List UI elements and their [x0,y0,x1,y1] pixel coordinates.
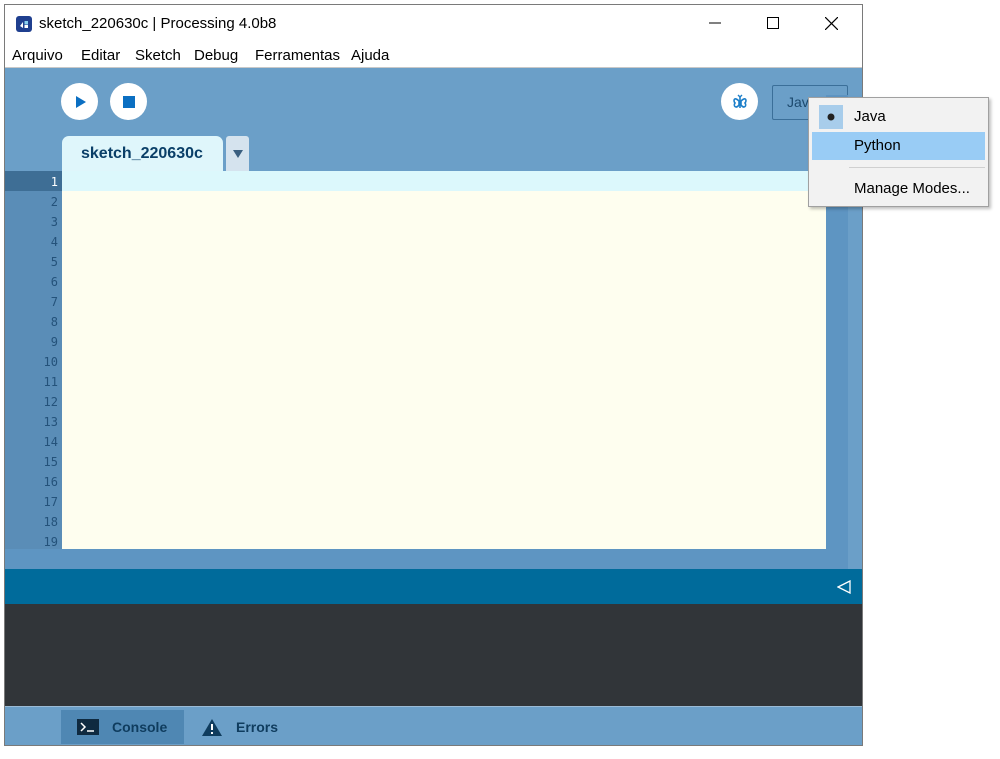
tab-errors[interactable]: Errors [201,710,311,744]
stop-icon [122,95,135,108]
play-icon [75,95,86,108]
warning-icon [202,718,222,736]
horizontal-scrollbar[interactable] [5,549,848,569]
line-number: 17 [43,495,58,509]
window-title: sketch_220630c | Processing 4.0b8 [39,15,277,32]
line-number: 16 [43,475,58,489]
butterfly-icon [732,94,747,108]
debug-button[interactable] [721,83,758,120]
minimize-icon [709,22,721,24]
menu-ferramentas[interactable]: Ferramentas [255,47,340,64]
line-number: 7 [50,295,58,309]
tab-sketch[interactable]: sketch_220630c [62,136,223,171]
console-tab-label: Console [112,719,168,735]
menu-editar[interactable]: Editar [81,47,120,64]
maximize-icon [767,17,779,29]
line-number: 13 [43,415,58,429]
processing-window: sketch_220630c | Processing 4.0b8 Arquiv… [4,4,863,746]
maximize-button[interactable] [744,5,802,41]
terminal-icon [77,719,99,735]
minimize-button[interactable] [686,5,744,41]
menu-debug[interactable]: Debug [194,47,238,64]
current-line-highlight [62,171,826,191]
mode-item-python[interactable]: Python [812,132,985,160]
errors-tab-label: Errors [236,719,279,735]
line-number: 19 [43,535,58,549]
processing-app-icon [16,16,32,32]
console-header-bar [5,569,862,604]
line-number: 6 [50,275,58,289]
mode-item-manage-label: Manage Modes... [854,180,970,197]
line-number: 11 [43,375,58,389]
line-number: 1 [50,175,58,189]
console-output[interactable] [5,604,862,706]
menu-separator [849,167,985,168]
line-number: 9 [50,335,58,349]
line-number: 18 [43,515,58,529]
line-number: 8 [50,315,58,329]
mode-item-java-label: Java [854,108,886,125]
tab-console[interactable]: Console [61,710,184,744]
line-number: 14 [43,435,58,449]
line-number: 5 [50,255,58,269]
line-number: 3 [50,215,58,229]
menu-ajuda[interactable]: Ajuda [351,47,389,64]
mode-popup-menu: Java Python Manage Modes... [808,97,989,207]
stop-button[interactable] [110,83,147,120]
mode-item-python-label: Python [854,137,901,154]
line-number: 15 [43,455,58,469]
menu-bar: Arquivo Editar Sketch Debug Ferramentas … [5,43,862,68]
bottom-tab-bar: Console Errors [5,706,862,745]
menu-sketch[interactable]: Sketch [135,47,181,64]
mode-item-java[interactable]: Java [812,103,985,131]
mode-item-manage-modes[interactable]: Manage Modes... [812,175,985,203]
title-bar: sketch_220630c | Processing 4.0b8 [5,5,862,43]
close-icon [824,16,838,30]
radio-dot-icon [827,113,835,121]
selected-indicator [819,105,843,129]
close-button[interactable] [802,5,860,41]
code-editor[interactable] [62,171,826,549]
chevron-down-icon [232,149,243,158]
run-button[interactable] [61,83,98,120]
line-number: 10 [43,355,58,369]
line-number: 2 [50,195,58,209]
line-number: 4 [50,235,58,249]
menu-arquivo[interactable]: Arquivo [12,47,63,64]
line-number: 12 [43,395,58,409]
collapse-arrow-icon[interactable] [837,580,851,594]
tab-menu-button[interactable] [226,136,249,171]
